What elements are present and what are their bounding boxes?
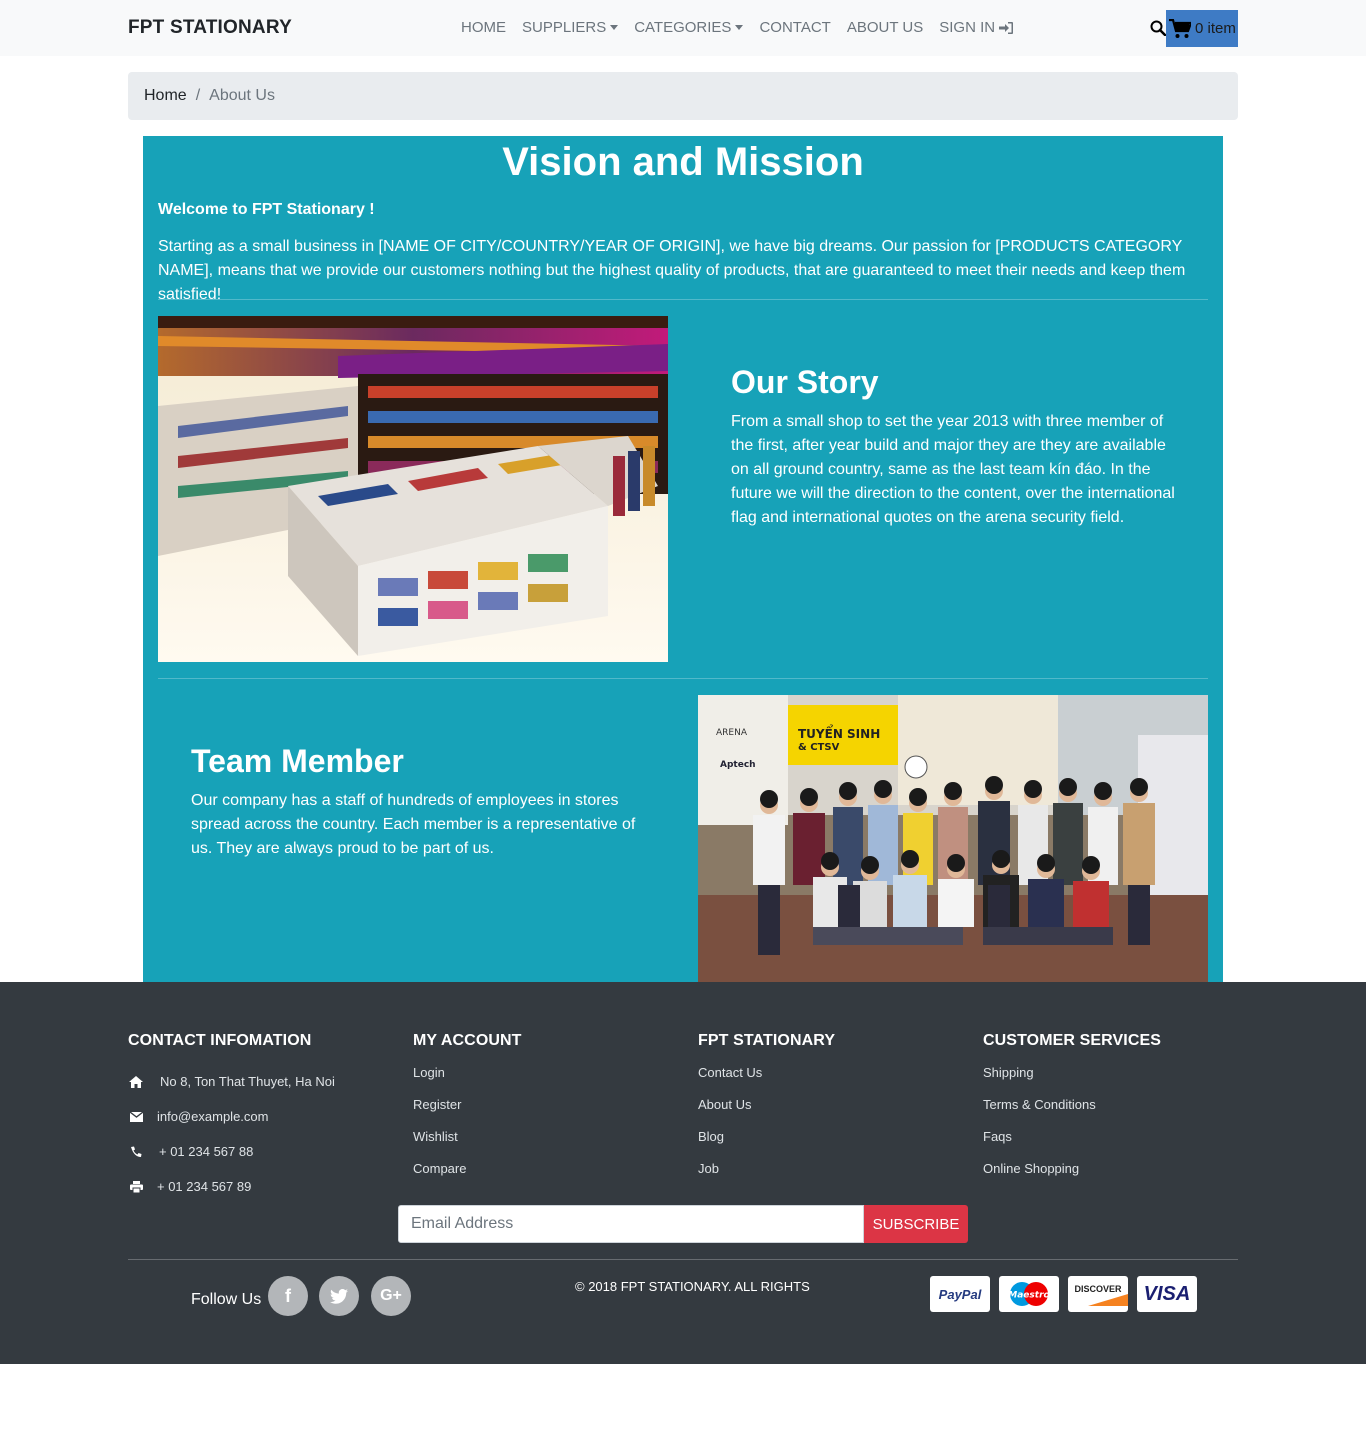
copyright-text: © 2018 FPT STATIONARY. ALL RIGHTS bbox=[575, 1279, 810, 1294]
footer-fax-row: + 01 234 567 89 bbox=[128, 1169, 335, 1204]
nav-categories[interactable]: CATEGORIES bbox=[634, 19, 744, 36]
footer-link-contact-us[interactable]: Contact Us bbox=[698, 1064, 835, 1096]
intro-text: Starting as a small business in [NAME OF… bbox=[158, 238, 1186, 303]
footer-link-register[interactable]: Register bbox=[413, 1096, 522, 1128]
about-section: Vision and Mission Welcome to FPT Statio… bbox=[143, 136, 1223, 982]
facebook-icon[interactable]: f bbox=[268, 1276, 308, 1316]
breadcrumb-separator: / bbox=[195, 87, 201, 104]
main-nav: HOME SUPPLIERS CATEGORIES CONTACT ABOUT … bbox=[461, 19, 1014, 36]
footer-link-wishlist[interactable]: Wishlist bbox=[413, 1128, 522, 1160]
footer-link-shipping[interactable]: Shipping bbox=[983, 1064, 1161, 1096]
footer-services-column: CUSTOMER SERVICES Shipping Terms & Condi… bbox=[983, 1032, 1161, 1192]
nav-categories-label: CATEGORIES bbox=[634, 19, 732, 36]
caret-down-icon bbox=[735, 25, 744, 30]
maestro-icon: Maestro bbox=[999, 1276, 1059, 1312]
photo-arena-logo: ARENA bbox=[716, 728, 748, 738]
footer-email-row: info@example.com bbox=[128, 1099, 335, 1134]
visa-label: VISA bbox=[1143, 1282, 1191, 1305]
team-member-heading: Team Member bbox=[191, 743, 404, 779]
visa-icon: VISA bbox=[1137, 1276, 1197, 1312]
nav-signin-label: SIGN IN bbox=[939, 19, 996, 36]
google-plus-icon[interactable]: G+ bbox=[371, 1276, 411, 1316]
team-member-text: Our company has a staff of hundreds of e… bbox=[191, 792, 636, 857]
sign-in-icon bbox=[999, 21, 1014, 34]
paypal-label: PayPal bbox=[938, 1286, 982, 1302]
photo-aptech-logo: Aptech bbox=[720, 760, 756, 770]
divider bbox=[158, 678, 1208, 679]
envelope-icon bbox=[128, 1110, 144, 1124]
nav-about-label: ABOUT US bbox=[846, 19, 924, 36]
our-story-heading: Our Story bbox=[731, 364, 879, 400]
footer-fax: + 01 234 567 89 bbox=[157, 1179, 252, 1194]
store-image bbox=[158, 316, 668, 662]
print-icon bbox=[128, 1180, 144, 1194]
our-story-text: From a small shop to set the year 2013 w… bbox=[731, 413, 1175, 526]
cart-icon bbox=[1169, 18, 1191, 38]
cart-count: 0 item bbox=[1195, 20, 1236, 37]
email-field[interactable]: Email Address bbox=[398, 1205, 864, 1243]
breadcrumb-home-link[interactable]: Home bbox=[144, 87, 187, 105]
paypal-icon: PayPal bbox=[930, 1276, 990, 1312]
nav-suppliers-label: SUPPLIERS bbox=[522, 19, 607, 36]
footer-contact-column: CONTACT INFOMATION No 8, Ton That Thuyet… bbox=[128, 1032, 335, 1204]
breadcrumb: Home / About Us bbox=[128, 72, 1238, 120]
phone-icon bbox=[128, 1145, 144, 1159]
nav-home[interactable]: HOME bbox=[461, 19, 506, 36]
breadcrumb-current: About Us bbox=[209, 87, 275, 104]
nav-contact-label: CONTACT bbox=[759, 19, 831, 36]
footer-link-online-shopping[interactable]: Online Shopping bbox=[983, 1160, 1161, 1192]
welcome-heading: Welcome to FPT Stationary ! bbox=[158, 201, 375, 218]
follow-us-label: Follow Us bbox=[191, 1291, 262, 1308]
footer-link-job[interactable]: Job bbox=[698, 1160, 835, 1192]
footer-divider bbox=[128, 1259, 1238, 1260]
subscribe-button[interactable]: SUBSCRIBE bbox=[864, 1205, 968, 1243]
footer-link-terms[interactable]: Terms & Conditions bbox=[983, 1096, 1161, 1128]
footer-contact-title: CONTACT INFOMATION bbox=[128, 1032, 312, 1049]
nav-about-us[interactable]: ABOUT US bbox=[847, 19, 923, 36]
home-icon bbox=[128, 1075, 144, 1089]
caret-down-icon bbox=[610, 25, 619, 30]
nav-contact[interactable]: CONTACT bbox=[759, 19, 830, 36]
footer-phone-row: + 01 234 567 88 bbox=[128, 1134, 335, 1169]
nav-suppliers[interactable]: SUPPLIERS bbox=[522, 19, 619, 36]
footer-link-faqs[interactable]: Faqs bbox=[983, 1128, 1161, 1160]
navbar: FPT STATIONARY HOME SUPPLIERS CATEGORIES… bbox=[0, 0, 1366, 56]
footer-fpt-column: FPT STATIONARY Contact Us About Us Blog … bbox=[698, 1032, 835, 1192]
discover-icon: DISCOVER bbox=[1068, 1276, 1128, 1312]
google-plus-glyph: G+ bbox=[380, 1287, 402, 1304]
footer-link-login[interactable]: Login bbox=[413, 1064, 522, 1096]
page-title: Vision and Mission bbox=[502, 140, 864, 184]
footer-services-title: CUSTOMER SERVICES bbox=[983, 1032, 1162, 1049]
team-photo: ARENA Aptech TUYỂN SINH & CTSV bbox=[698, 695, 1208, 982]
footer-account-title: MY ACCOUNT bbox=[413, 1032, 522, 1049]
footer-email[interactable]: info@example.com bbox=[157, 1109, 268, 1124]
photo-sign-text: TUYỂN SINH bbox=[798, 724, 880, 741]
brand-logo[interactable]: FPT STATIONARY bbox=[128, 17, 292, 39]
subscribe-form: Email Address SUBSCRIBE bbox=[398, 1205, 968, 1243]
footer-account-column: MY ACCOUNT Login Register Wishlist Compa… bbox=[413, 1032, 522, 1192]
footer-address: No 8, Ton That Thuyet, Ha Noi bbox=[160, 1074, 335, 1089]
footer-link-about-us[interactable]: About Us bbox=[698, 1096, 835, 1128]
twitter-icon[interactable]: t bbox=[319, 1276, 359, 1316]
cart-button[interactable]: 0 item bbox=[1166, 10, 1238, 47]
nav-sign-in[interactable]: SIGN IN bbox=[939, 19, 1014, 36]
footer: CONTACT INFOMATION No 8, Ton That Thuyet… bbox=[0, 982, 1366, 1364]
maestro-label: Maestro bbox=[1008, 1291, 1049, 1301]
photo-sign-text-2: & CTSV bbox=[798, 742, 840, 753]
facebook-glyph: f bbox=[285, 1285, 291, 1306]
footer-address-row: No 8, Ton That Thuyet, Ha Noi bbox=[128, 1064, 335, 1099]
footer-link-compare[interactable]: Compare bbox=[413, 1160, 522, 1192]
footer-phone: + 01 234 567 88 bbox=[159, 1144, 254, 1159]
footer-link-blog[interactable]: Blog bbox=[698, 1128, 835, 1160]
footer-fpt-title: FPT STATIONARY bbox=[698, 1032, 836, 1049]
divider bbox=[158, 299, 1208, 300]
discover-label: DISCOVER bbox=[1074, 1284, 1122, 1294]
nav-home-label: HOME bbox=[461, 19, 506, 36]
search-icon[interactable] bbox=[1150, 20, 1166, 36]
